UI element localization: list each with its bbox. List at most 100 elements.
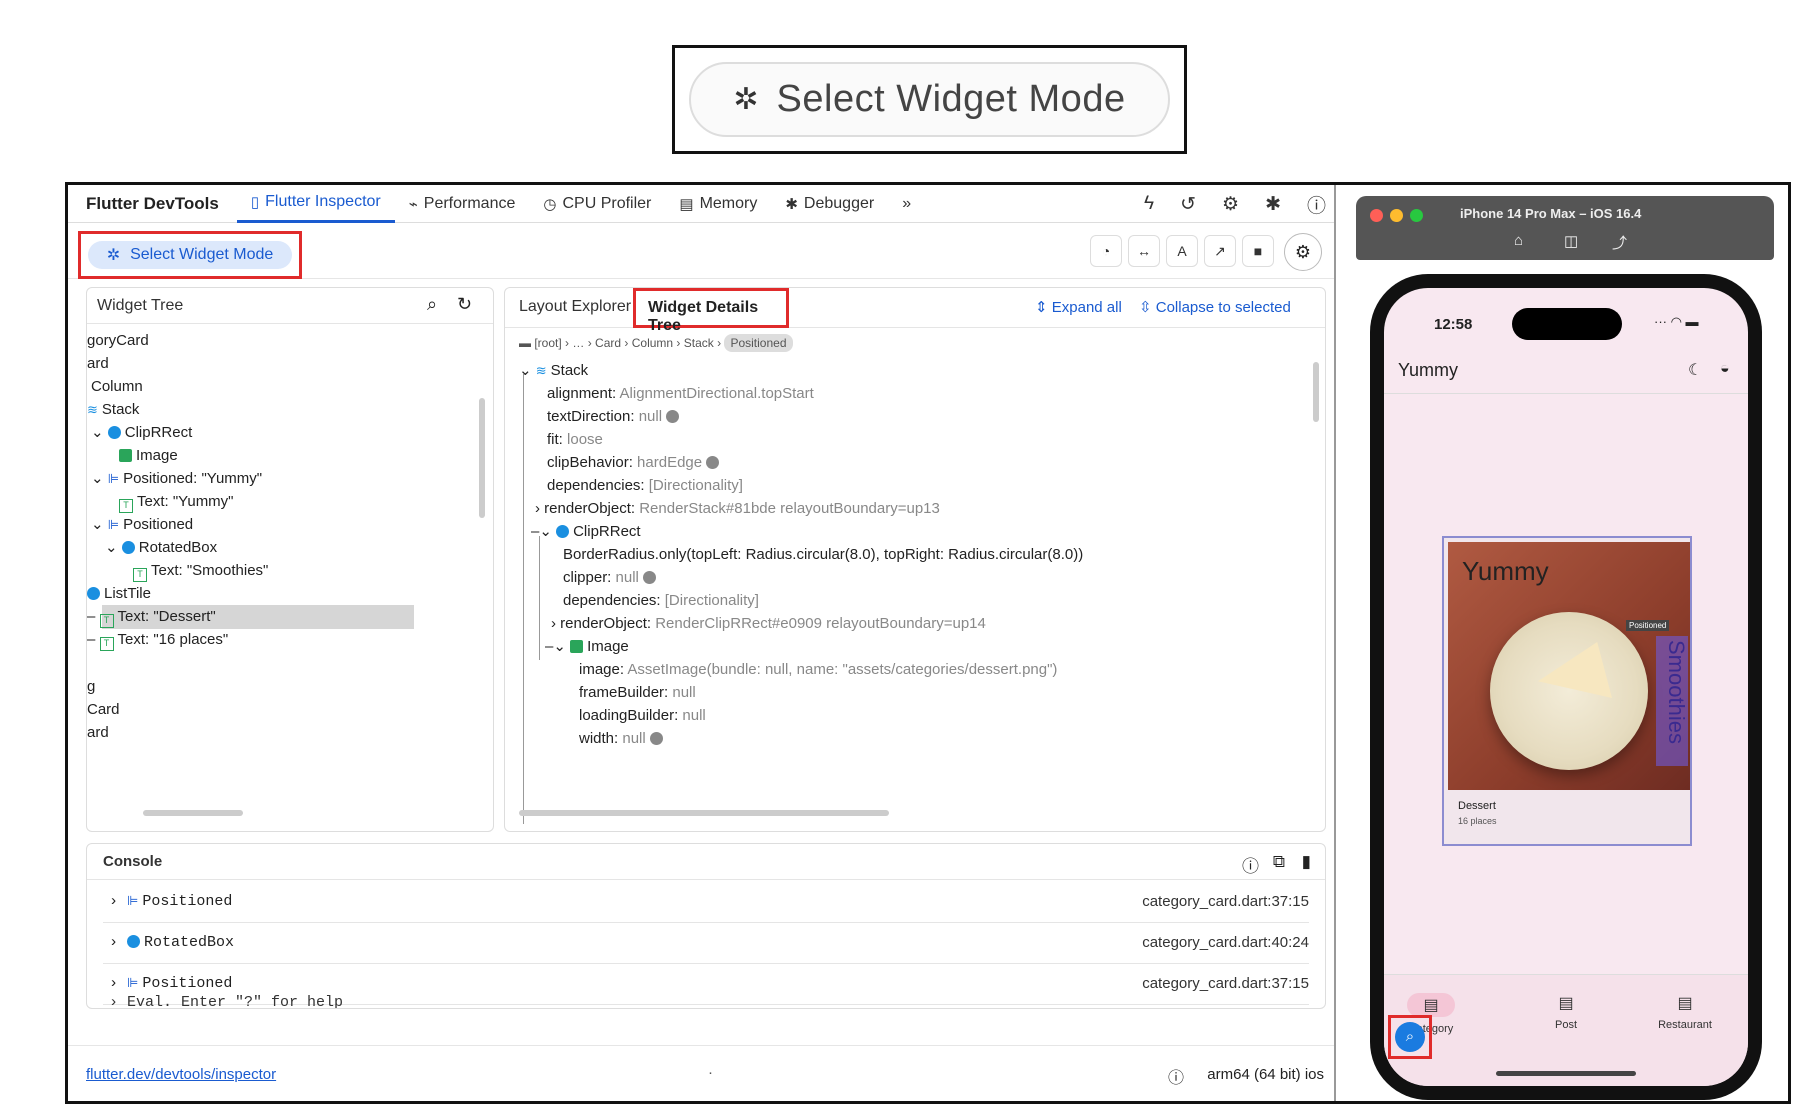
detail-prop[interactable]: › renderObject: RenderClipRRect#e0909 re… bbox=[551, 613, 986, 635]
crumb[interactable]: Stack bbox=[684, 336, 714, 350]
rotate-icon[interactable]: ⤴ bbox=[1612, 232, 1627, 253]
docs-link[interactable]: flutter.dev/devtools/inspector bbox=[86, 1066, 276, 1083]
tree-row[interactable]: ⌄ ⊫ Positioned: "Yummy" bbox=[91, 468, 262, 490]
tree-row[interactable]: T Text: "Yummy" bbox=[119, 491, 234, 513]
console-row[interactable]: › ⊫ Positioned category_card.dart:37:15 bbox=[103, 882, 1309, 923]
screenshot-icon[interactable]: ◫ bbox=[1564, 232, 1578, 250]
detail-prop: clipBehavior: hardEdge bbox=[547, 452, 720, 474]
restaurant-icon: ▤ bbox=[1677, 995, 1693, 1012]
tree-row-label: ard bbox=[87, 355, 109, 372]
clock-icon: ◷ bbox=[543, 195, 557, 213]
detail-key: Image bbox=[587, 638, 629, 655]
detail-key: fit: bbox=[547, 431, 568, 448]
nav-item-post[interactable]: ▤ Post bbox=[1521, 993, 1611, 1031]
crumb[interactable]: [root] bbox=[534, 336, 561, 350]
tree-row-selected[interactable]: ⌄ ⊫ Positioned bbox=[91, 514, 193, 536]
tree-row[interactable]: ≋ Stack bbox=[87, 399, 139, 421]
horizontal-scrollbar[interactable] bbox=[143, 810, 243, 816]
tree-row[interactable]: g bbox=[87, 676, 95, 698]
crumb[interactable]: Column bbox=[632, 336, 673, 350]
tree-row[interactable]: ard bbox=[87, 353, 109, 375]
tree-row[interactable]: Image bbox=[119, 445, 178, 467]
eval-input[interactable]: › Eval. Enter "?" for help bbox=[109, 994, 343, 1008]
tree-row[interactable]: – T Text: "Dessert" bbox=[87, 606, 216, 628]
tree-row[interactable]: ⌄ ClipRRect bbox=[91, 422, 192, 444]
crumb[interactable]: Card bbox=[595, 336, 621, 350]
tab-debugger[interactable]: ✱ Debugger bbox=[771, 185, 888, 223]
help-icon[interactable]: ⓘ bbox=[1242, 852, 1259, 877]
tab-layout-explorer[interactable]: Layout Explorer bbox=[519, 298, 631, 316]
tree-row[interactable]: Card bbox=[87, 699, 120, 721]
tree-row[interactable]: ⌄ RotatedBox bbox=[105, 537, 217, 559]
palette-icon[interactable]: ◒ bbox=[1720, 360, 1730, 378]
settings-gear-icon[interactable]: ⚙ bbox=[1284, 233, 1322, 271]
nav-item-restaurant[interactable]: ▤ Restaurant bbox=[1640, 993, 1730, 1031]
widget-circle-icon bbox=[87, 587, 100, 600]
copy-icon[interactable]: ⧉ bbox=[1273, 852, 1285, 872]
expand-all-button[interactable]: ⇕ Expand all bbox=[1035, 298, 1122, 316]
console-row-location[interactable]: category_card.dart:37:15 bbox=[1142, 893, 1309, 910]
zoom-button[interactable] bbox=[1410, 209, 1423, 222]
tab-memory[interactable]: ▤ Memory bbox=[665, 185, 771, 223]
info-dot-icon[interactable] bbox=[706, 456, 720, 469]
status-time: 12:58 bbox=[1434, 316, 1473, 333]
tab-cpu-profiler[interactable]: ◷ CPU Profiler bbox=[529, 185, 665, 223]
detail-key: BorderRadius.only(topLeft: Radius.circul… bbox=[563, 546, 1084, 563]
category-card[interactable]: Yummy Positioned Smoothies Dessert 16 pl… bbox=[1442, 536, 1692, 846]
collapse-to-selected-button[interactable]: ⇳ Collapse to selected bbox=[1139, 298, 1291, 316]
tree-row[interactable]: ListTile bbox=[87, 583, 151, 605]
help-icon[interactable]: ⓘ bbox=[1307, 191, 1326, 218]
tab-performance[interactable]: ⌁ Performance bbox=[395, 185, 530, 223]
history-icon[interactable]: ↺ bbox=[1180, 193, 1196, 216]
search-icon[interactable]: ⌕ bbox=[427, 294, 437, 315]
rotated-text: Smoothies bbox=[1664, 640, 1689, 744]
detail-node[interactable]: –⌄ ClipRRect bbox=[531, 521, 641, 543]
console-row-location[interactable]: category_card.dart:40:24 bbox=[1142, 934, 1309, 951]
vertical-scrollbar[interactable] bbox=[479, 398, 485, 518]
minimize-button[interactable] bbox=[1390, 209, 1403, 222]
plate-image bbox=[1490, 612, 1648, 770]
horizontal-scrollbar[interactable] bbox=[519, 810, 889, 816]
refresh-icon[interactable]: ↻ bbox=[457, 294, 472, 315]
tree-row[interactable]: ard bbox=[87, 722, 109, 744]
image-icon[interactable]: ■ bbox=[1242, 235, 1274, 267]
tab-widget-details-tree[interactable]: Widget Details Tree bbox=[633, 288, 789, 334]
inspector-fab[interactable]: ⌕ bbox=[1395, 1022, 1425, 1052]
delete-icon[interactable]: ▮ bbox=[1302, 852, 1311, 872]
tree-row[interactable]: goryCard bbox=[87, 330, 149, 352]
close-button[interactable] bbox=[1370, 209, 1383, 222]
info-dot-icon[interactable] bbox=[649, 732, 663, 745]
moon-icon[interactable]: ☾ bbox=[1688, 360, 1702, 380]
detail-node[interactable]: –⌄ Image bbox=[545, 636, 629, 658]
bug-report-icon[interactable]: ✱ bbox=[1265, 193, 1281, 216]
text-icon: T bbox=[99, 637, 114, 651]
widget-circle-icon bbox=[127, 935, 141, 948]
crumb-current[interactable]: Positioned bbox=[724, 334, 793, 352]
repaint-icon[interactable]: ↗ bbox=[1204, 235, 1236, 267]
console-row[interactable]: › RotatedBox category_card.dart:40:24 bbox=[103, 923, 1309, 964]
tree-row[interactable]: T Text: "Smoothies" bbox=[133, 560, 268, 582]
detail-prop: alignment: AlignmentDirectional.topStart bbox=[547, 383, 814, 405]
detail-node[interactable]: ⌄ ≋ Stack bbox=[519, 360, 588, 382]
select-widget-mode-pill[interactable]: ✲ Select Widget Mode bbox=[689, 62, 1170, 137]
select-widget-mode-button[interactable]: ✲ Select Widget Mode bbox=[88, 241, 292, 269]
timer-icon[interactable]: ◔ bbox=[1090, 235, 1122, 267]
guidelines-icon[interactable]: ↔ bbox=[1128, 235, 1160, 267]
tree-row[interactable]: – T Text: "16 places" bbox=[87, 629, 228, 651]
tree-row[interactable]: Column bbox=[91, 376, 143, 398]
tab-flutter-inspector[interactable]: ▯ Flutter Inspector bbox=[236, 185, 395, 223]
tree-row-label: Image bbox=[136, 447, 178, 464]
crumb[interactable]: … bbox=[572, 336, 584, 350]
more-tabs-button[interactable]: » bbox=[888, 185, 925, 223]
baseline-icon[interactable]: A bbox=[1166, 235, 1198, 267]
info-dot-icon[interactable] bbox=[642, 571, 656, 584]
home-icon[interactable]: ⌂ bbox=[1514, 232, 1523, 249]
vertical-scrollbar[interactable] bbox=[1313, 362, 1319, 422]
gear-icon[interactable]: ⚙ bbox=[1222, 193, 1239, 216]
tree-row-label: g bbox=[87, 678, 96, 695]
info-dot-icon[interactable] bbox=[666, 410, 680, 423]
hot-reload-icon[interactable]: ϟ bbox=[1144, 193, 1154, 215]
tree-row-label: Text: "Yummy" bbox=[137, 493, 234, 510]
console-row-location[interactable]: category_card.dart:37:15 bbox=[1142, 975, 1309, 992]
detail-prop[interactable]: › renderObject: RenderStack#81bde relayo… bbox=[535, 498, 940, 520]
